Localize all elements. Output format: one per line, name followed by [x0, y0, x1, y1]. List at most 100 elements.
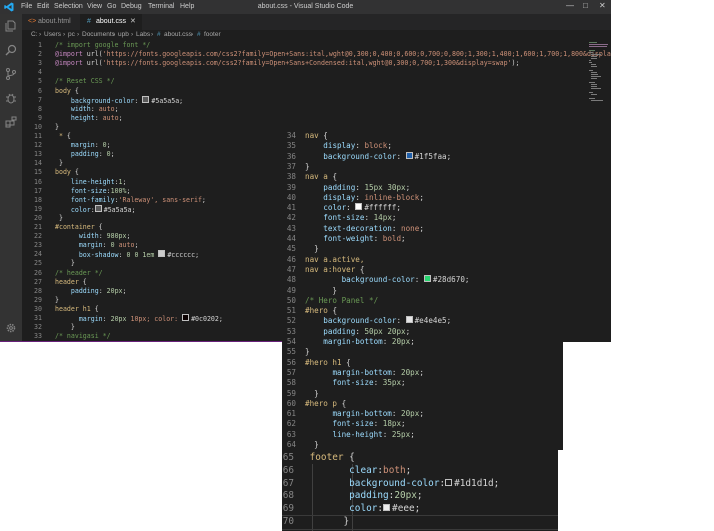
debug-icon[interactable]: [5, 92, 17, 104]
breadcrumb-item[interactable]: Users: [44, 30, 61, 40]
code-line[interactable]: body {: [55, 87, 79, 96]
code-line[interactable]: text-decoration: none;: [305, 224, 424, 234]
code-line[interactable]: margin-bottom: 20px;: [305, 409, 423, 419]
extensions-icon[interactable]: [5, 116, 17, 128]
breadcrumb: C: › Users › pc › Documents › upb › Labs…: [22, 30, 611, 40]
code-line[interactable]: }: [305, 162, 310, 172]
tab-about-html[interactable]: <> about.html: [22, 14, 80, 30]
search-icon[interactable]: [5, 44, 17, 56]
breadcrumb-item[interactable]: C:: [31, 30, 38, 40]
code-line[interactable]: /* Reset CSS */: [55, 77, 115, 86]
code-line[interactable]: nav a:hover {: [305, 265, 364, 275]
code-line[interactable]: margin-bottom: 20px;: [305, 368, 423, 378]
code-line[interactable]: body {: [55, 168, 79, 177]
code-line[interactable]: /* Hero Panel */: [305, 296, 378, 306]
code-line[interactable]: font-size: 35px;: [305, 378, 405, 388]
code-line[interactable]: * {: [55, 132, 71, 141]
breadcrumb-item[interactable]: pc: [68, 30, 75, 40]
source-control-icon[interactable]: [5, 68, 17, 80]
code-line[interactable]: }: [305, 286, 337, 296]
code-line[interactable]: }: [55, 296, 59, 305]
code-line[interactable]: nav {: [305, 131, 328, 141]
code-line[interactable]: background-color: #e4e4e5;: [305, 316, 451, 326]
code-line[interactable]: padding:20px;: [304, 490, 422, 503]
code-line[interactable]: }: [55, 323, 75, 332]
code-line[interactable]: margin-bottom: 20px;: [305, 337, 414, 347]
line-number: 9: [38, 113, 42, 122]
code-snippet-footer[interactable]: 65 footer {66 clear:both; 67 background-c…: [282, 450, 558, 531]
code-line[interactable]: nav a.active,: [305, 255, 364, 265]
code-line[interactable]: padding: 50px 20px;: [305, 327, 410, 337]
code-line[interactable]: /* navigasi */: [55, 332, 111, 341]
code-line[interactable]: display: inline-block;: [305, 193, 424, 203]
code-line[interactable]: padding: 0;: [55, 150, 115, 159]
color-swatch: [383, 504, 391, 512]
code-line[interactable]: width: auto;: [55, 105, 119, 114]
code-line[interactable]: line-height: 25px;: [305, 430, 414, 440]
line-number: 65: [282, 452, 294, 463]
code-line[interactable]: font-weight: bold;: [305, 234, 405, 244]
code-line[interactable]: margin: 0 auto;: [55, 241, 139, 250]
code-line[interactable]: background-color: #28d670;: [305, 275, 469, 285]
breadcrumb-item[interactable]: upb: [118, 30, 129, 40]
code-line[interactable]: }: [305, 389, 319, 399]
chevron-right-icon: ›: [39, 31, 42, 38]
css-file-icon: #: [157, 31, 161, 38]
code-line[interactable]: }: [55, 214, 63, 223]
code-line[interactable]: font-family:'Raleway', sans-serif;: [55, 196, 206, 205]
code-line[interactable]: #hero p {: [305, 399, 346, 409]
code-line[interactable]: }: [55, 159, 63, 168]
maximize-icon[interactable]: □: [583, 1, 588, 10]
code-line[interactable]: font-size: 18px;: [305, 419, 405, 429]
close-tab-icon[interactable]: ✕: [130, 14, 136, 30]
code-line[interactable]: margin: 20px 10px; color: #0c0202;: [55, 314, 223, 323]
code-line[interactable]: color: #5a5a5a;: [55, 204, 136, 214]
code-line[interactable]: }: [305, 347, 310, 357]
code-line[interactable]: /* import google font */: [55, 41, 150, 50]
code-line[interactable]: line-height:1;: [55, 178, 127, 187]
minimize-icon[interactable]: —: [566, 1, 574, 10]
code-line[interactable]: clear:both;: [304, 465, 411, 478]
code-line[interactable]: padding: 15px 30px;: [305, 183, 410, 193]
code-line[interactable]: font-size: 14px;: [305, 213, 396, 223]
code-line[interactable]: }: [55, 123, 59, 132]
line-number: 56: [286, 357, 296, 367]
code-snippet-nav-hero[interactable]: 34 nav {35 display: block; 36 background-c…: [282, 129, 563, 450]
code-line[interactable]: margin: 0;: [55, 141, 111, 150]
code-line[interactable]: /* header */: [55, 269, 103, 278]
breadcrumb-item[interactable]: footer: [204, 30, 221, 40]
code-line[interactable]: @import url('https://fonts.googleapis.co…: [55, 50, 611, 59]
code-line[interactable]: background-color: #1d1d1d;: [304, 478, 499, 491]
tab-about-css[interactable]: # about.css ✕: [80, 14, 142, 30]
breadcrumb-item[interactable]: about.css: [164, 30, 192, 40]
minimap[interactable]: [588, 40, 608, 120]
code-line[interactable]: }: [305, 244, 319, 254]
code-line[interactable]: header h1 {: [55, 305, 99, 314]
line-number: 52: [286, 316, 296, 326]
code-line[interactable]: display: block;: [305, 141, 392, 151]
code-line[interactable]: background-color: #1f5faa;: [305, 151, 451, 162]
code-line[interactable]: footer {: [304, 452, 355, 465]
code-line[interactable]: padding: 20px;: [55, 287, 127, 296]
code-line[interactable]: background-color: #5a5a5a;: [55, 95, 183, 105]
close-window-icon[interactable]: ✕: [599, 1, 606, 10]
chevron-right-icon: ›: [151, 31, 154, 38]
code-line[interactable]: #hero h1 {: [305, 358, 351, 368]
code-line[interactable]: #hero {: [305, 306, 337, 316]
breadcrumb-item[interactable]: Labs: [136, 30, 150, 40]
explorer-icon[interactable]: [5, 20, 17, 32]
code-line[interactable]: header {: [55, 278, 87, 287]
settings-gear-icon[interactable]: [5, 322, 17, 334]
code-line[interactable]: height: auto;: [55, 114, 123, 123]
code-line[interactable]: @import url('https://fonts.googleapis.co…: [55, 59, 520, 68]
code-line[interactable]: }: [305, 440, 319, 450]
code-line[interactable]: #container {: [55, 223, 103, 232]
code-line[interactable]: font-size:100%;: [55, 187, 131, 196]
code-line[interactable]: box-shadow: 0 0 1em #cccccc;: [55, 250, 199, 259]
breadcrumb-item[interactable]: Documents: [82, 30, 115, 40]
code-line[interactable]: nav a {: [305, 172, 337, 182]
code-line[interactable]: width: 980px;: [55, 232, 131, 241]
code-line[interactable]: }: [55, 259, 75, 268]
color-swatch: [94, 204, 102, 212]
code-line[interactable]: color: #ffffff;: [305, 203, 401, 213]
